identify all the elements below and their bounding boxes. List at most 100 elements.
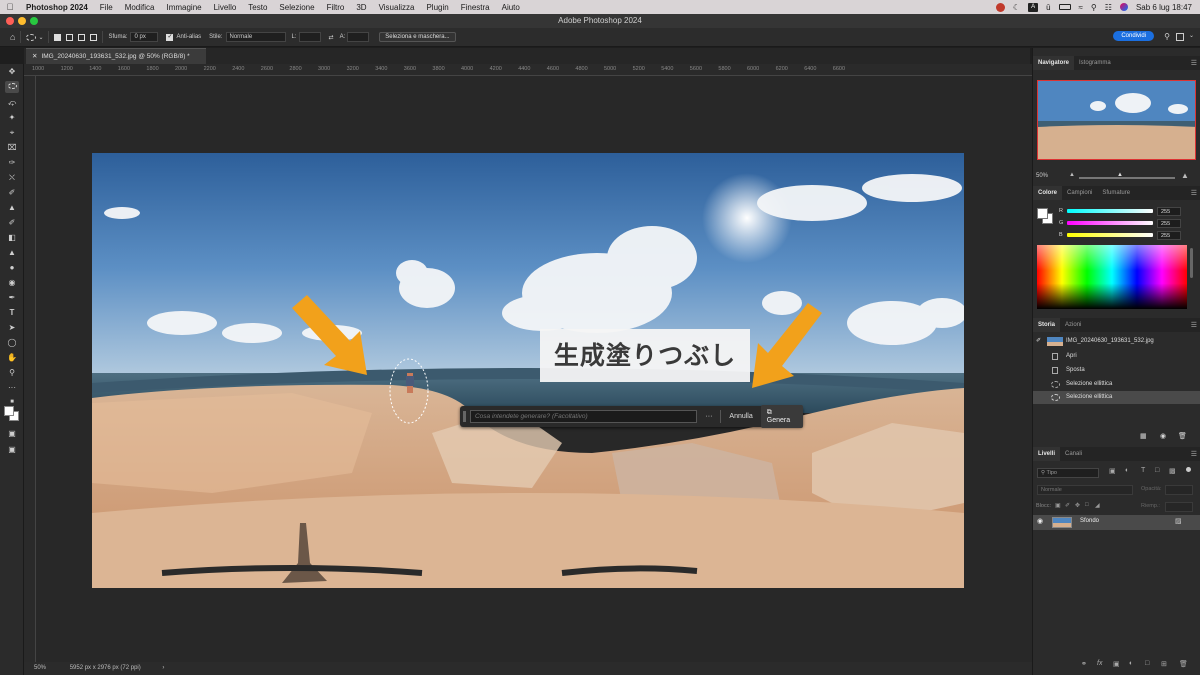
tab-gradients[interactable]: Sfumature xyxy=(1097,186,1135,200)
filter-toggle-icon[interactable] xyxy=(1186,467,1191,472)
close-window-icon[interactable] xyxy=(6,17,14,25)
blur-tool-icon[interactable]: ● xyxy=(5,262,19,274)
style-select[interactable]: Normale xyxy=(225,32,286,42)
intersect-selection-icon[interactable] xyxy=(90,33,98,41)
tab-actions[interactable]: Azioni xyxy=(1060,318,1086,332)
navigator-zoom[interactable]: 50% xyxy=(1036,173,1048,179)
channel-b-input[interactable]: 255 xyxy=(1157,231,1181,240)
layer-name[interactable]: Sfondo xyxy=(1080,518,1099,524)
lock-artboard-icon[interactable]: □ xyxy=(1085,502,1089,508)
menu-livello[interactable]: Livello xyxy=(208,3,243,12)
generative-prompt-input[interactable] xyxy=(469,410,698,423)
minimize-window-icon[interactable] xyxy=(18,17,26,25)
fg-color-swatch[interactable] xyxy=(1037,208,1048,219)
share-button[interactable]: Condividi xyxy=(1113,31,1154,41)
cancel-button[interactable]: Annulla xyxy=(729,413,752,420)
blend-mode-select[interactable]: Normale xyxy=(1037,485,1133,495)
zoom-tool-icon[interactable]: ⚲ xyxy=(5,367,19,379)
new-snapshot-icon[interactable]: ◉ xyxy=(1160,432,1166,440)
tab-navigator[interactable]: Navigatore xyxy=(1033,56,1075,70)
delete-state-icon[interactable]: 🗑 xyxy=(1178,432,1187,440)
creative-cloud-icon[interactable] xyxy=(995,2,1005,12)
chevron-down-icon[interactable]: ⌄ xyxy=(38,34,43,41)
type-tool-icon[interactable]: T xyxy=(5,307,19,319)
height-input[interactable] xyxy=(347,32,370,42)
crop-tool-icon[interactable]: ⌖ xyxy=(5,127,19,139)
history-state-active[interactable]: Selezione ellittica xyxy=(1033,391,1200,404)
menu-app-name[interactable]: Photoshop 2024 xyxy=(20,3,94,12)
document-image[interactable] xyxy=(92,153,964,588)
menubar-clock[interactable]: Sab 6 lug 18:47 xyxy=(1136,3,1192,12)
paint-bucket-tool-icon[interactable]: ▲ xyxy=(5,247,19,259)
width-input[interactable] xyxy=(298,32,321,42)
workspace-icon[interactable] xyxy=(1176,33,1184,41)
move-tool-icon[interactable]: ✥ xyxy=(5,66,19,78)
fill-input[interactable] xyxy=(1165,502,1193,512)
elliptical-marquee-preset-icon[interactable] xyxy=(26,33,37,41)
menu-3d[interactable]: 3D xyxy=(350,3,372,12)
lasso-tool-icon[interactable]: ⤽ xyxy=(5,97,19,109)
generate-button[interactable]: ⧉ Genera xyxy=(760,405,803,428)
document-tab[interactable]: ✕ IMG_20240630_193631_532.jpg @ 50% (RGB/… xyxy=(26,48,206,64)
filter-adjustment-icon[interactable]: ◐ xyxy=(1125,467,1129,474)
new-selection-icon[interactable] xyxy=(54,33,62,41)
menu-aiuto[interactable]: Aiuto xyxy=(496,3,526,12)
quick-mask-icon[interactable]: ▣ xyxy=(5,428,19,440)
lock-transparent-icon[interactable]: ▣ xyxy=(1055,502,1061,509)
document-tab-close-icon[interactable]: ✕ xyxy=(32,53,37,60)
opacity-input[interactable] xyxy=(1165,485,1193,495)
battery-icon[interactable] xyxy=(1058,4,1071,10)
layer-visibility-icon[interactable]: ◉ xyxy=(1037,517,1043,525)
control-center-icon[interactable]: ☷ xyxy=(1105,3,1112,12)
hand-tool-icon[interactable]: ✋ xyxy=(5,352,19,364)
tab-history[interactable]: Storia xyxy=(1033,318,1061,332)
filter-type-icon[interactable]: T xyxy=(1141,467,1145,474)
lock-position-icon[interactable]: ✥ xyxy=(1075,502,1080,509)
menu-immagine[interactable]: Immagine xyxy=(160,3,207,12)
navigator-zoom-slider[interactable] xyxy=(1079,177,1175,179)
foreground-color-swatch[interactable] xyxy=(4,406,14,416)
history-brush-tool-icon[interactable]: ✐ xyxy=(5,217,19,229)
add-mask-icon[interactable]: ▣ xyxy=(1113,660,1120,668)
filter-pixel-icon[interactable]: ▣ xyxy=(1109,467,1116,475)
menu-visualizza[interactable]: Visualizza xyxy=(373,3,421,12)
layer-style-icon[interactable]: fx xyxy=(1097,660,1102,667)
channel-r-input[interactable]: 255 xyxy=(1157,207,1181,216)
frame-tool-icon[interactable]: ⌧ xyxy=(5,142,19,154)
add-selection-icon[interactable] xyxy=(66,33,74,41)
delete-layer-icon[interactable]: 🗑 xyxy=(1179,660,1188,668)
search-icon[interactable]: ⚲ xyxy=(1164,32,1170,41)
screen-mode-icon[interactable]: ▣ xyxy=(5,444,19,456)
eyedropper-tool-icon[interactable]: ✑ xyxy=(5,157,19,169)
more-tools-icon[interactable]: ··· xyxy=(5,382,19,394)
link-layers-icon[interactable]: ⚭ xyxy=(1081,660,1087,668)
menu-file[interactable]: File xyxy=(94,3,119,12)
channel-g-slider[interactable] xyxy=(1067,221,1153,225)
history-state[interactable]: Sposta xyxy=(1033,364,1200,377)
moon-icon[interactable]: ☾ xyxy=(1013,3,1020,12)
channel-r-slider[interactable] xyxy=(1067,209,1153,213)
lock-all-icon[interactable]: ◢ xyxy=(1095,502,1100,509)
canvas-area[interactable]: 生成塗りつぶし xyxy=(36,76,1032,662)
panel-menu-icon[interactable]: ☰ xyxy=(1191,189,1197,197)
spectrum-scrollbar[interactable] xyxy=(1190,248,1193,278)
keyboard-input-icon[interactable]: A xyxy=(1028,2,1039,12)
zoom-level[interactable]: 50% xyxy=(34,665,46,671)
filter-shape-icon[interactable]: □ xyxy=(1155,467,1159,474)
tab-channels[interactable]: Canali xyxy=(1060,447,1087,461)
history-state[interactable]: Apri xyxy=(1033,350,1200,363)
more-options-button[interactable]: ··· xyxy=(705,413,712,420)
siri-icon[interactable] xyxy=(1119,3,1128,11)
dodge-tool-icon[interactable]: ◉ xyxy=(5,277,19,289)
bluetooth-icon[interactable]: ū xyxy=(1046,3,1050,12)
home-icon[interactable]: ⌂ xyxy=(10,32,15,42)
pen-tool-icon[interactable]: ✒ xyxy=(5,292,19,304)
navigator-thumbnail[interactable] xyxy=(1037,80,1196,160)
zoom-window-icon[interactable] xyxy=(30,17,38,25)
menu-selezione[interactable]: Selezione xyxy=(273,3,320,12)
zoom-out-icon[interactable]: ▲ xyxy=(1069,172,1075,178)
history-state[interactable]: Selezione ellittica xyxy=(1033,378,1200,391)
zoom-in-icon[interactable]: ▲ xyxy=(1181,171,1189,180)
subtract-selection-icon[interactable] xyxy=(78,33,86,41)
clone-stamp-tool-icon[interactable]: ▲ xyxy=(5,202,19,214)
